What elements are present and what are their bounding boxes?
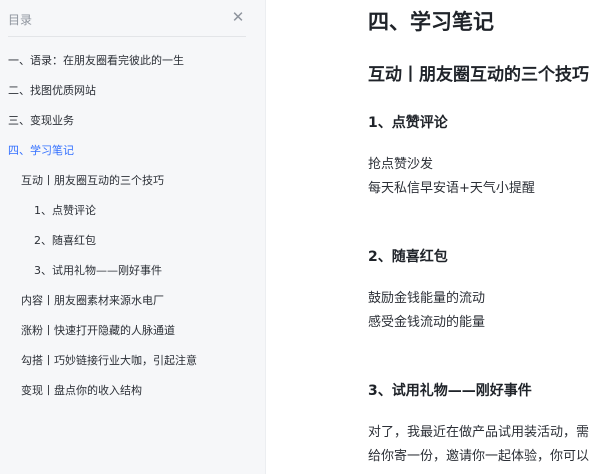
toc-item-hongbao[interactable]: 2、随喜红包 [0, 226, 262, 256]
toc-list: 一、语录：在朋友圈看完彼此的一生 二、找图优质网站 三、变现业务 四、学习笔记 … [0, 46, 262, 406]
toc-item-goudda[interactable]: 勾搭丨巧妙链接行业大咖，引起注意 [0, 346, 262, 376]
document-body: 四、学习笔记 互动丨朋友圈互动的三个技巧 1、点赞评论 抢点赞沙发 每天私信早安… [266, 0, 615, 474]
paragraph-line: 感受金钱流动的能量 [368, 315, 486, 330]
doc-heading-1: 四、学习笔记 [368, 10, 494, 34]
toc-item-bianxian[interactable]: 变现丨盘点你的收入结构 [0, 376, 262, 406]
paragraph-line: 鼓励金钱能量的流动 [368, 291, 486, 306]
toc-item-bianxian-yewu[interactable]: 三、变现业务 [0, 106, 262, 136]
toc-item-yulu[interactable]: 一、语录：在朋友圈看完彼此的一生 [0, 46, 262, 76]
doc-heading-2: 互动丨朋友圈互动的三个技巧 [368, 65, 589, 85]
toc-item-xuexi-biji[interactable]: 四、学习笔记 [0, 136, 262, 166]
section-heading-hongbao: 2、随喜红包 [368, 249, 448, 265]
paragraph-line: 每天私信早安语+天气小提醒 [368, 181, 535, 196]
toc-title: 目录 [8, 13, 33, 27]
close-icon[interactable]: ✕ [230, 8, 246, 26]
toc-item-zhaotu[interactable]: 二、找图优质网站 [0, 76, 262, 106]
toc-item-dianzan[interactable]: 1、点赞评论 [0, 196, 262, 226]
section-heading-dianzan: 1、点赞评论 [368, 115, 448, 131]
toc-item-hudong[interactable]: 互动丨朋友圈互动的三个技巧 [0, 166, 262, 196]
section-heading-shiyong: 3、试用礼物——刚好事件 [368, 383, 532, 399]
toc-item-shiyong[interactable]: 3、试用礼物——刚好事件 [0, 256, 262, 286]
paragraph-line: 给你寄一份，邀请你一起体验，你可以 [368, 449, 590, 464]
paragraph-line: 对了，我最近在做产品试用装活动，需 [368, 425, 590, 440]
paragraph-line: 抢点赞沙发 [368, 157, 434, 172]
toc-sidebar: 目录 ✕ 一、语录：在朋友圈看完彼此的一生 二、找图优质网站 三、变现业务 四、… [0, 0, 266, 474]
toc-item-zhangfen[interactable]: 涨粉丨快速打开隐藏的人脉通道 [0, 316, 262, 346]
toc-header: 目录 ✕ [8, 8, 246, 37]
toc-item-neirong[interactable]: 内容丨朋友圈素材来源水电厂 [0, 286, 262, 316]
